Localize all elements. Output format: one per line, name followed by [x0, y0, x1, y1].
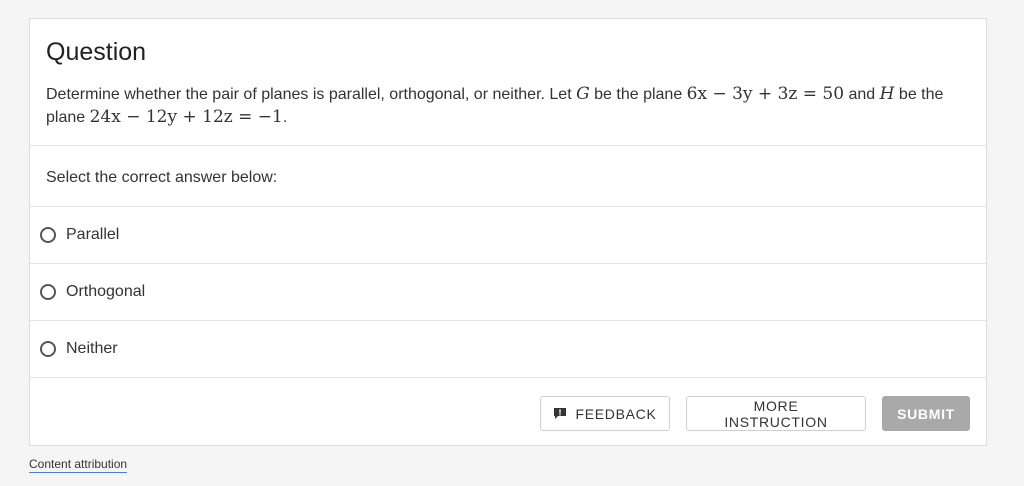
submit-button[interactable]: SUBMIT	[882, 396, 970, 431]
question-text-part: .	[282, 109, 288, 126]
action-bar: FEEDBACK MORE INSTRUCTION SUBMIT	[540, 396, 970, 431]
math-var-h: H	[879, 84, 895, 104]
math-plane-g: 6x − 3y + 3z = 50	[686, 84, 845, 104]
answer-prompt: Select the correct answer below:	[30, 146, 986, 207]
feedback-button[interactable]: FEEDBACK	[540, 396, 670, 431]
radio-circle-icon[interactable]	[40, 227, 56, 243]
option-parallel[interactable]: Parallel	[30, 207, 986, 264]
question-title: Question	[46, 38, 147, 66]
option-neither[interactable]: Neither	[30, 321, 986, 378]
question-text-part: be the plane	[589, 86, 687, 103]
radio-circle-icon[interactable]	[40, 284, 56, 300]
question-text-part: and	[844, 86, 880, 103]
question-text: Determine whether the pair of planes is …	[46, 83, 970, 129]
option-label: Orthogonal	[66, 283, 146, 300]
feedback-icon	[553, 407, 567, 420]
question-text-part: Determine whether the pair of planes is …	[46, 86, 577, 103]
math-plane-h: 24x − 12y + 12z = −1	[89, 107, 283, 127]
option-label: Neither	[66, 340, 118, 357]
more-instruction-button[interactable]: MORE INSTRUCTION	[686, 396, 866, 431]
question-card: Question Determine whether the pair of p…	[29, 18, 987, 446]
option-label: Parallel	[66, 226, 120, 243]
radio-circle-icon[interactable]	[40, 341, 56, 357]
option-orthogonal[interactable]: Orthogonal	[30, 264, 986, 321]
math-var-g: G	[576, 84, 590, 104]
content-attribution-link[interactable]: Content attribution	[29, 457, 128, 473]
feedback-label: FEEDBACK	[575, 405, 657, 422]
question-header: Question Determine whether the pair of p…	[30, 19, 986, 146]
